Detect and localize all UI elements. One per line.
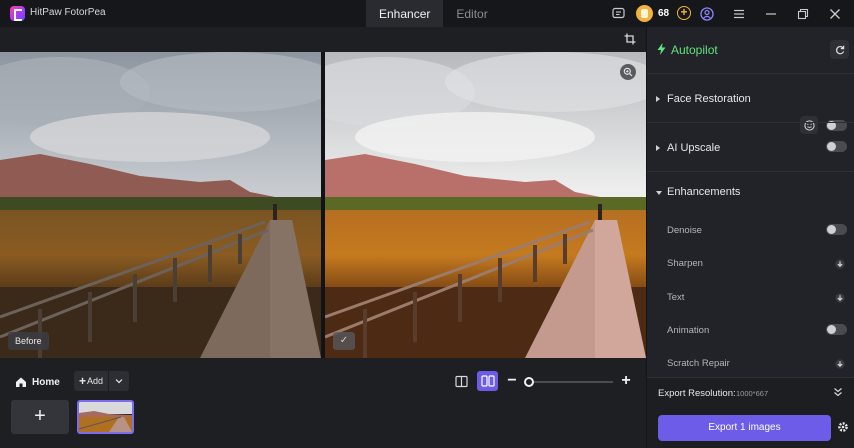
- title-bar: HitPaw FotorPea Enhancer Editor 68 +: [0, 0, 854, 27]
- preview-area: Before ✓: [0, 27, 646, 359]
- close-icon[interactable]: [827, 6, 842, 21]
- animation-label: Animation: [667, 325, 710, 336]
- zoom-in-icon[interactable]: [620, 64, 636, 80]
- scratch-repair-download-icon[interactable]: [835, 359, 845, 369]
- zoom-slider[interactable]: [524, 377, 613, 387]
- mode-tabs: Enhancer Editor: [366, 0, 501, 27]
- enhancements-label[interactable]: Enhancements: [667, 186, 740, 198]
- expand-caret-icon: [656, 145, 660, 151]
- sharpen-download-icon[interactable]: [835, 259, 845, 269]
- split-view-icon[interactable]: [453, 373, 469, 389]
- minimize-icon[interactable]: [763, 6, 778, 21]
- home-label: Home: [32, 376, 60, 388]
- tab-editor[interactable]: Editor: [443, 0, 500, 27]
- autopilot-label: Autopilot: [671, 43, 718, 57]
- denoise-toggle[interactable]: [826, 224, 847, 235]
- home-icon: [16, 377, 26, 387]
- before-image[interactable]: Before: [0, 52, 321, 358]
- credit-coin-icon: [636, 5, 653, 22]
- expand-caret-icon: [656, 96, 660, 102]
- bottom-toolbar: Home + Add + − +: [0, 359, 646, 448]
- settings-panel: Autopilot Face Restoration AI Upscale En…: [646, 27, 854, 448]
- add-label: Add: [87, 376, 104, 386]
- autopilot-header[interactable]: Autopilot: [647, 27, 854, 73]
- face-restoration-label: Face Restoration: [667, 93, 751, 105]
- add-image-tile[interactable]: +: [11, 400, 69, 434]
- scratch-repair-label: Scratch Repair: [667, 358, 730, 369]
- text-download-icon[interactable]: [835, 293, 845, 303]
- tab-enhancer[interactable]: Enhancer: [366, 0, 444, 27]
- after-image[interactable]: ✓: [325, 52, 646, 358]
- zoom-in-button[interactable]: +: [619, 373, 633, 389]
- restore-icon[interactable]: [795, 6, 810, 21]
- collapse-caret-icon[interactable]: [656, 191, 662, 195]
- add-main[interactable]: + Add: [74, 371, 108, 391]
- enhancements-section: Enhancements Denoise Sharpen Text Animat…: [647, 171, 854, 377]
- export-button[interactable]: Export 1 images: [658, 415, 831, 441]
- ai-upscale-section[interactable]: AI Upscale: [647, 122, 854, 171]
- ai-upscale-label: AI Upscale: [667, 142, 721, 154]
- text-label: Text: [667, 292, 685, 303]
- sharpen-label: Sharpen: [667, 258, 703, 269]
- zoom-out-icon[interactable]: −: [505, 373, 519, 389]
- lightning-icon: [657, 43, 666, 55]
- expand-double-chevron-icon[interactable]: [833, 387, 843, 397]
- after-check-label: ✓: [333, 332, 355, 350]
- buy-credits-icon[interactable]: +: [677, 6, 691, 20]
- face-restoration-section[interactable]: Face Restoration: [647, 73, 854, 122]
- add-dropdown-chevron-down-icon[interactable]: [108, 371, 129, 391]
- gear-icon[interactable]: [837, 421, 849, 433]
- add-button[interactable]: + Add: [74, 371, 129, 391]
- app-logo-icon: [10, 6, 25, 21]
- home-button[interactable]: Home: [15, 374, 60, 390]
- credits-widget[interactable]: 68 +: [636, 5, 696, 22]
- animation-toggle[interactable]: [826, 324, 847, 335]
- image-thumbnail[interactable]: [77, 400, 134, 434]
- crop-icon[interactable]: [622, 31, 638, 47]
- menu-icon[interactable]: [731, 6, 746, 21]
- denoise-label: Denoise: [667, 225, 702, 236]
- before-label: Before: [8, 332, 49, 350]
- export-resolution-label: Export Resolution:: [658, 388, 736, 399]
- credit-count: 68: [658, 8, 670, 19]
- message-icon[interactable]: [611, 6, 626, 21]
- refresh-icon[interactable]: [830, 40, 849, 59]
- export-resolution-value: 1000*667: [736, 389, 769, 398]
- side-by-side-view-icon[interactable]: [477, 371, 498, 391]
- app-title: HitPaw FotorPea: [30, 7, 106, 18]
- ai-upscale-toggle[interactable]: [826, 141, 847, 152]
- export-bar: Export Resolution: 1000*667 Export 1 ima…: [647, 377, 854, 448]
- plus-icon: +: [78, 374, 86, 388]
- account-icon[interactable]: [699, 6, 714, 21]
- zoom-slider-handle[interactable]: [524, 377, 535, 387]
